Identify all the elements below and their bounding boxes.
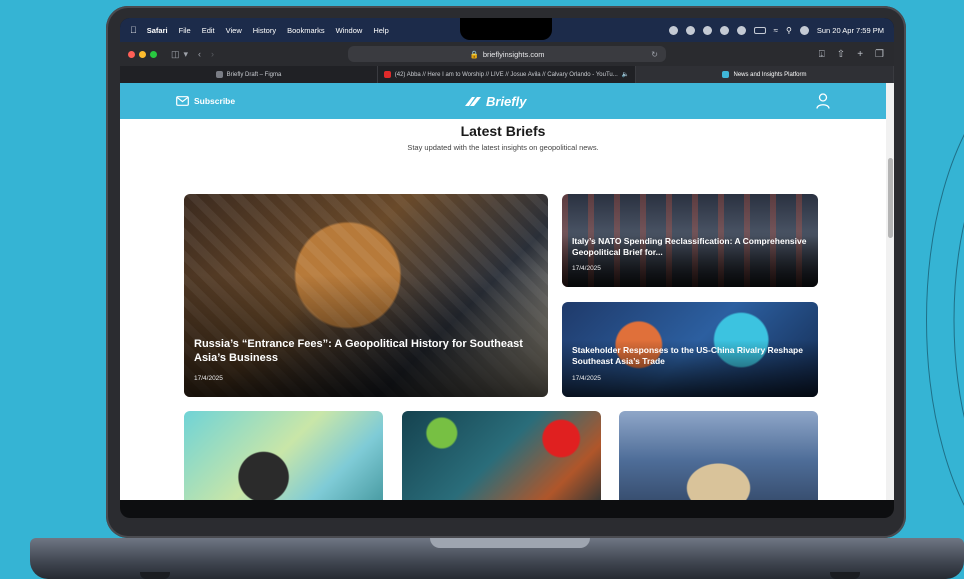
brand-name: Briefly <box>486 93 527 109</box>
brief-card[interactable]: Stakeholder Responses to the US-China Ri… <box>562 302 818 397</box>
menu-view[interactable]: View <box>226 26 242 35</box>
scrollbar-thumb[interactable] <box>888 158 893 238</box>
menu-file[interactable]: File <box>179 26 191 35</box>
card-date: 17/4/2025 <box>572 375 601 382</box>
menu-edit[interactable]: Edit <box>202 26 215 35</box>
laptop-base-notch <box>430 538 590 548</box>
laptop-foot <box>830 572 860 579</box>
card-title: Russia’s “Entrance Fees”: A Geopolitical… <box>194 338 523 364</box>
laptop-foot <box>140 572 170 579</box>
tab-bar: Briefly Draft – Figma (42) Abba // Here … <box>120 66 894 83</box>
lock-icon: 🔒 <box>469 49 479 59</box>
web-viewport: Subscribe Briefly Latest Briefs Stay upd… <box>120 83 886 500</box>
featured-brief-card[interactable]: Russia’s “Entrance Fees”: A Geopolitical… <box>184 194 548 397</box>
macos-menubar:  Safari File Edit View History Bookmark… <box>120 18 894 42</box>
scrollbar-track[interactable] <box>886 83 894 500</box>
clock[interactable]: Sun 20 Apr 7:59 PM <box>817 26 884 35</box>
user-icon[interactable] <box>816 93 830 109</box>
brief-card[interactable] <box>619 411 818 500</box>
site-header: Subscribe Briefly <box>120 83 886 119</box>
minimize-window-button[interactable] <box>139 50 146 58</box>
card-title: Stakeholder Responses to the US-China Ri… <box>572 345 803 366</box>
new-tab-icon[interactable]: + <box>857 49 863 60</box>
camera-notch <box>460 18 552 40</box>
mail-icon <box>176 96 189 106</box>
card-date: 17/4/2025 <box>572 265 601 272</box>
tab-overview-icon[interactable]: ❐ <box>875 49 884 60</box>
status-area: ≈ ⚲ Sun 20 Apr 7:59 PM <box>668 18 884 42</box>
card-title: Italy’s NATO Spending Reclassification: … <box>572 236 807 257</box>
forward-icon[interactable]: › <box>211 49 214 59</box>
apple-icon[interactable]:  <box>130 25 137 35</box>
url-text: brieflyinsights.com <box>482 49 545 59</box>
battery-icon[interactable] <box>753 26 766 34</box>
card-shade <box>184 275 548 397</box>
zoom-window-button[interactable] <box>150 50 157 58</box>
menu-window[interactable]: Window <box>336 26 363 35</box>
close-window-button[interactable] <box>128 50 135 58</box>
status-app-icon[interactable] <box>668 25 678 35</box>
menu-safari[interactable]: Safari <box>147 26 168 35</box>
control-center-icon[interactable] <box>799 25 809 35</box>
toolbar-right: ⍗ ⇧ + ❐ <box>819 42 884 66</box>
status-app-icon[interactable] <box>685 25 695 35</box>
tab-briefly[interactable]: News and Insights Platform <box>636 66 894 83</box>
chevron-down-icon[interactable]: ▾ <box>184 49 189 60</box>
play-icon[interactable] <box>736 25 746 35</box>
screen:  Safari File Edit View History Bookmark… <box>120 18 894 518</box>
status-app-icon[interactable] <box>702 25 712 35</box>
share-icon[interactable]: ⇧ <box>837 49 845 60</box>
cloud-icon[interactable] <box>719 25 729 35</box>
menu-bookmarks[interactable]: Bookmarks <box>287 26 325 35</box>
page-title: Latest Briefs <box>460 123 546 139</box>
tab-label: (42) Abba // Here I am to Worship // LIV… <box>394 71 618 78</box>
download-icon[interactable]: ⍗ <box>819 49 825 60</box>
briefly-favicon <box>722 71 730 78</box>
youtube-icon <box>383 71 391 78</box>
wifi-icon[interactable]: ≈ <box>774 26 778 35</box>
tab-figma[interactable]: Briefly Draft – Figma <box>120 66 378 83</box>
menu-help[interactable]: Help <box>373 26 388 35</box>
speaker-icon[interactable]: 🔈 <box>622 71 629 78</box>
reload-icon[interactable]: ↻ <box>651 50 658 59</box>
tab-label: Briefly Draft – Figma <box>226 71 282 78</box>
sidebar-icon[interactable]: ◫ <box>171 49 180 60</box>
tab-label: News and Insights Platform <box>733 71 807 78</box>
menu-history[interactable]: History <box>253 26 276 35</box>
briefly-logo-icon <box>465 96 481 106</box>
address-bar[interactable]: 🔒 brieflyinsights.com ↻ <box>348 46 666 62</box>
brief-card[interactable] <box>402 411 601 500</box>
brief-card[interactable] <box>184 411 383 500</box>
subscribe-button[interactable]: Subscribe <box>176 96 235 106</box>
figma-icon <box>215 71 223 78</box>
tab-youtube[interactable]: (42) Abba // Here I am to Worship // LIV… <box>378 66 636 83</box>
card-date: 17/4/2025 <box>194 375 223 382</box>
browser-toolbar: ◫ ▾ ‹ › 🔒 brieflyinsights.com ↻ ⍗ ⇧ + ❐ <box>120 42 894 66</box>
search-icon[interactable]: ⚲ <box>786 26 792 35</box>
back-icon[interactable]: ‹ <box>198 49 201 59</box>
subscribe-label: Subscribe <box>194 96 236 106</box>
brief-card[interactable]: Italy’s NATO Spending Reclassification: … <box>562 194 818 287</box>
brand-logo[interactable]: Briefly <box>464 94 526 109</box>
page-subtitle: Stay updated with the latest insights on… <box>407 143 599 152</box>
